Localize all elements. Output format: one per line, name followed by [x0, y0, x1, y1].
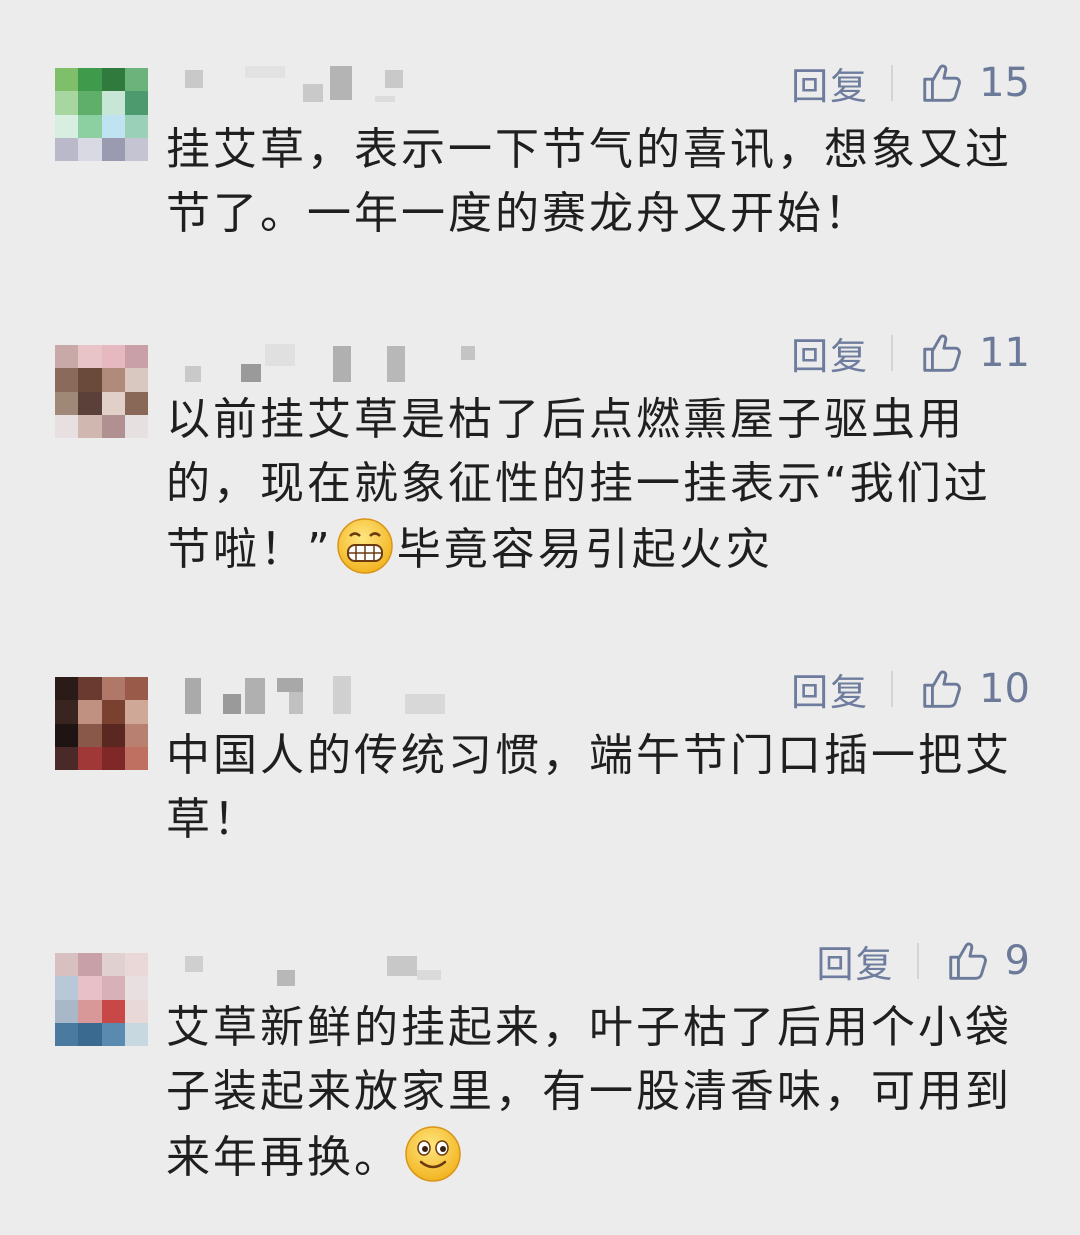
divider [916, 943, 919, 979]
divider [891, 671, 894, 707]
thumbs-up-icon [923, 670, 962, 708]
username-blurred [185, 952, 441, 992]
comment-text-end: 毕竟容易引起火灾 [396, 524, 773, 575]
like-button[interactable]: 10 [919, 666, 1030, 712]
grin-emoji-icon [337, 518, 393, 574]
avatar[interactable] [55, 953, 148, 1046]
comment-text: 以前挂艾草是枯了后点燃熏屋子驱虫用的，现在就象征性的挂一挂表示“我们过节啦！” 毕… [166, 388, 1036, 582]
like-button[interactable]: 15 [919, 60, 1030, 106]
like-count: 11 [979, 330, 1030, 376]
reply-button[interactable]: 回复 [791, 662, 869, 716]
username-blurred [185, 66, 425, 106]
divider [891, 65, 894, 101]
like-count: 15 [979, 60, 1030, 106]
reply-button[interactable]: 回复 [817, 934, 895, 988]
like-count: 10 [979, 666, 1030, 712]
like-count: 9 [1004, 938, 1030, 984]
username-blurred [185, 676, 445, 716]
avatar[interactable] [55, 345, 148, 438]
comment-text: 中国人的传统习惯，端午节门口插一把艾草！ [166, 730, 1012, 845]
avatar[interactable] [55, 677, 148, 770]
avatar[interactable] [55, 68, 148, 161]
thumbs-up-icon [923, 334, 962, 372]
divider [891, 335, 894, 371]
like-button[interactable]: 11 [919, 330, 1030, 376]
comment-text: 挂艾草，表示一下节气的喜讯，想象又过节了。一年一度的赛龙舟又开始！ [166, 124, 1012, 239]
reply-button[interactable]: 回复 [791, 56, 869, 110]
thumbs-up-icon [948, 942, 987, 980]
comment-actions: 回复 9 [817, 936, 1030, 986]
comment-actions: 回复 10 [791, 664, 1030, 714]
comment-text-main: 艾草新鲜的挂起来，叶子枯了后用个小袋子装起来放家里，有一股清香味，可用到来年再换… [166, 1002, 1012, 1183]
smile-emoji-icon [405, 1126, 461, 1182]
comment-text: 艾草新鲜的挂起来，叶子枯了后用个小袋子装起来放家里，有一股清香味，可用到来年再换… [166, 996, 1036, 1190]
like-button[interactable]: 9 [945, 938, 1030, 984]
username-blurred [185, 344, 475, 384]
reply-button[interactable]: 回复 [791, 326, 869, 380]
comment-actions: 回复 11 [791, 328, 1030, 378]
comment-actions: 回复 15 [791, 58, 1030, 108]
thumbs-up-icon [923, 64, 962, 102]
